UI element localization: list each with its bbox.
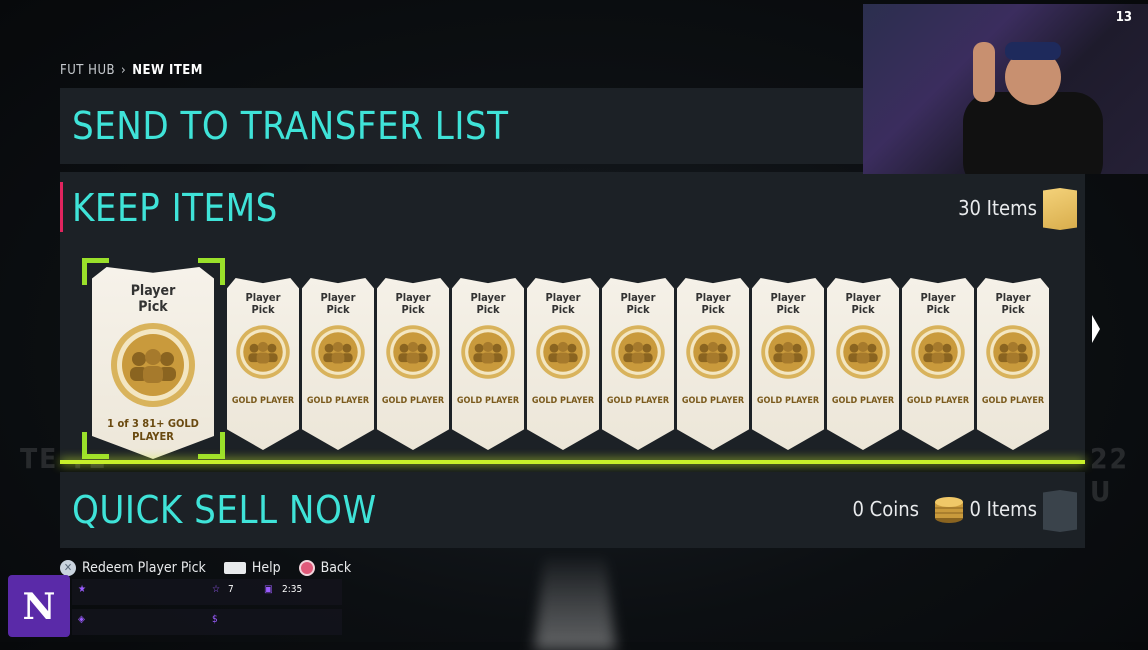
card-title: Player Pick: [620, 291, 656, 316]
card-title: Player Pick: [130, 283, 176, 315]
player-pick-emblem-icon: [461, 325, 515, 379]
card-subtitle: GOLD PLAYER: [456, 396, 520, 406]
card-title: Player Pick: [245, 291, 281, 316]
player-pick-card[interactable]: Player Pick GOLD PLAYER: [902, 278, 974, 450]
selection-highlight-line: [60, 460, 1085, 464]
card-subtitle: GOLD PLAYER: [306, 396, 370, 406]
player-pick-card[interactable]: Player Pick GOLD PLAYER: [602, 278, 674, 450]
player-pick-emblem-icon: [986, 325, 1040, 379]
player-pick-emblem-icon: [611, 325, 665, 379]
hint-help-label: Help: [251, 560, 281, 576]
pitch-stripe: [534, 553, 616, 650]
player-pick-emblem-icon: [111, 323, 195, 407]
keep-items-panel[interactable]: KEEP ITEMS 30 Items Player Pick 1 of 3 81…: [60, 172, 1085, 464]
touchpad-icon: [223, 562, 246, 574]
selected-player-pick-card[interactable]: Player Pick 1 of 3 81+ GOLD PLAYER: [92, 267, 214, 459]
player-pick-card[interactable]: Player Pick GOLD PLAYER: [977, 278, 1049, 450]
card-subtitle: GOLD PLAYER: [381, 396, 445, 406]
player-pick-emblem-icon: [761, 325, 815, 379]
card-title: Player Pick: [845, 291, 881, 316]
player-pick-card[interactable]: Player Pick GOLD PLAYER: [827, 278, 899, 450]
button-hints: ✕ Redeem Player Pick Help Back: [60, 560, 351, 576]
stream-stats-row: ★ ☆ 7 ▣ 2:35: [72, 579, 342, 605]
player-pick-emblem-icon: [236, 325, 290, 379]
player-pick-card[interactable]: Player Pick GOLD PLAYER: [227, 278, 299, 450]
keep-accent-bar: [60, 182, 63, 232]
card-subtitle: 1 of 3 81+ GOLD PLAYER: [107, 417, 199, 443]
card-title: Player Pick: [920, 291, 956, 316]
hint-redeem-label: Redeem Player Pick: [82, 560, 206, 576]
keep-items-count: 30 Items: [958, 196, 1037, 220]
card-title: Player Pick: [395, 291, 431, 316]
streamer-image: [963, 42, 1103, 174]
quick-sell-now-panel[interactable]: QUICK SELL NOW 0 Coins 0 Items: [60, 472, 1085, 548]
card-subtitle: GOLD PLAYER: [756, 396, 820, 406]
quick-sell-coins: 0 Coins: [852, 497, 919, 521]
gold-card-icon: [1043, 188, 1077, 230]
channel-logo-icon: N: [23, 586, 56, 628]
hint-redeem[interactable]: ✕ Redeem Player Pick: [60, 560, 206, 576]
card-subtitle: GOLD PLAYER: [531, 396, 595, 406]
scroll-right-arrow-icon[interactable]: [1092, 315, 1100, 343]
player-pick-card[interactable]: Player Pick GOLD PLAYER: [452, 278, 524, 450]
player-pick-emblem-icon: [536, 325, 590, 379]
hint-help[interactable]: Help: [223, 560, 281, 576]
hint-back-label: Back: [320, 560, 352, 576]
quick-sell-items: 0 Items: [969, 497, 1038, 521]
star-outline-icon: ☆: [212, 584, 221, 595]
webcam-overlay: 13: [863, 4, 1148, 174]
player-pick-card[interactable]: Player Pick GOLD PLAYER: [677, 278, 749, 450]
stat-value: 7: [228, 584, 234, 595]
svg-text:N: N: [23, 586, 56, 628]
send-to-transfer-list-title: SEND TO TRANSFER LIST: [72, 104, 509, 148]
breadcrumb: FUT HUB › NEW ITEM: [60, 63, 203, 78]
quick-sell-now-title: QUICK SELL NOW: [72, 488, 377, 532]
cross-button-icon: ✕: [60, 560, 76, 576]
star-icon: ★: [78, 584, 87, 595]
webcam-counter: 13: [1115, 10, 1132, 25]
card-title: Player Pick: [770, 291, 806, 316]
breadcrumb-root[interactable]: FUT HUB: [60, 63, 115, 78]
card-subtitle: GOLD PLAYER: [231, 396, 295, 406]
diamond-icon: ◈: [78, 614, 85, 625]
chevron-right-icon: ›: [121, 63, 127, 78]
player-pick-card[interactable]: Player Pick GOLD PLAYER: [377, 278, 449, 450]
stream-stats-row: ◈ $: [72, 609, 342, 635]
card-title: Player Pick: [545, 291, 581, 316]
player-pick-card[interactable]: Player Pick GOLD PLAYER: [752, 278, 824, 450]
player-pick-emblem-icon: [311, 325, 365, 379]
coins-icon: [935, 497, 963, 523]
stream-time: 2:35: [282, 584, 303, 595]
player-pick-emblem-icon: [386, 325, 440, 379]
stream-stats-bar: ★ ☆ 7 ▣ 2:35 ◈ $: [72, 579, 342, 635]
bus-icon: ▣: [264, 584, 273, 595]
background-text: 22 U: [1090, 442, 1130, 508]
breadcrumb-current: NEW ITEM: [132, 63, 203, 78]
card-title: Player Pick: [995, 291, 1031, 316]
player-pick-card[interactable]: Player Pick GOLD PLAYER: [527, 278, 599, 450]
hint-back[interactable]: Back: [298, 560, 352, 576]
player-pick-card[interactable]: Player Pick GOLD PLAYER: [302, 278, 374, 450]
player-pick-emblem-icon: [836, 325, 890, 379]
card-subtitle: GOLD PLAYER: [681, 396, 745, 406]
card-subtitle: GOLD PLAYER: [831, 396, 895, 406]
card-title: Player Pick: [470, 291, 506, 316]
card-subtitle: GOLD PLAYER: [981, 396, 1045, 406]
card-subtitle: GOLD PLAYER: [606, 396, 670, 406]
card-title: Player Pick: [695, 291, 731, 316]
card-subtitle: GOLD PLAYER: [906, 396, 970, 406]
empty-card-icon: [1043, 490, 1077, 532]
keep-items-title: KEEP ITEMS: [72, 186, 278, 230]
player-pick-emblem-icon: [686, 325, 740, 379]
dollar-icon: $: [212, 614, 218, 625]
channel-logo: N: [8, 575, 70, 637]
card-title: Player Pick: [320, 291, 356, 316]
player-pick-emblem-icon: [911, 325, 965, 379]
circle-button-icon: [298, 560, 315, 576]
